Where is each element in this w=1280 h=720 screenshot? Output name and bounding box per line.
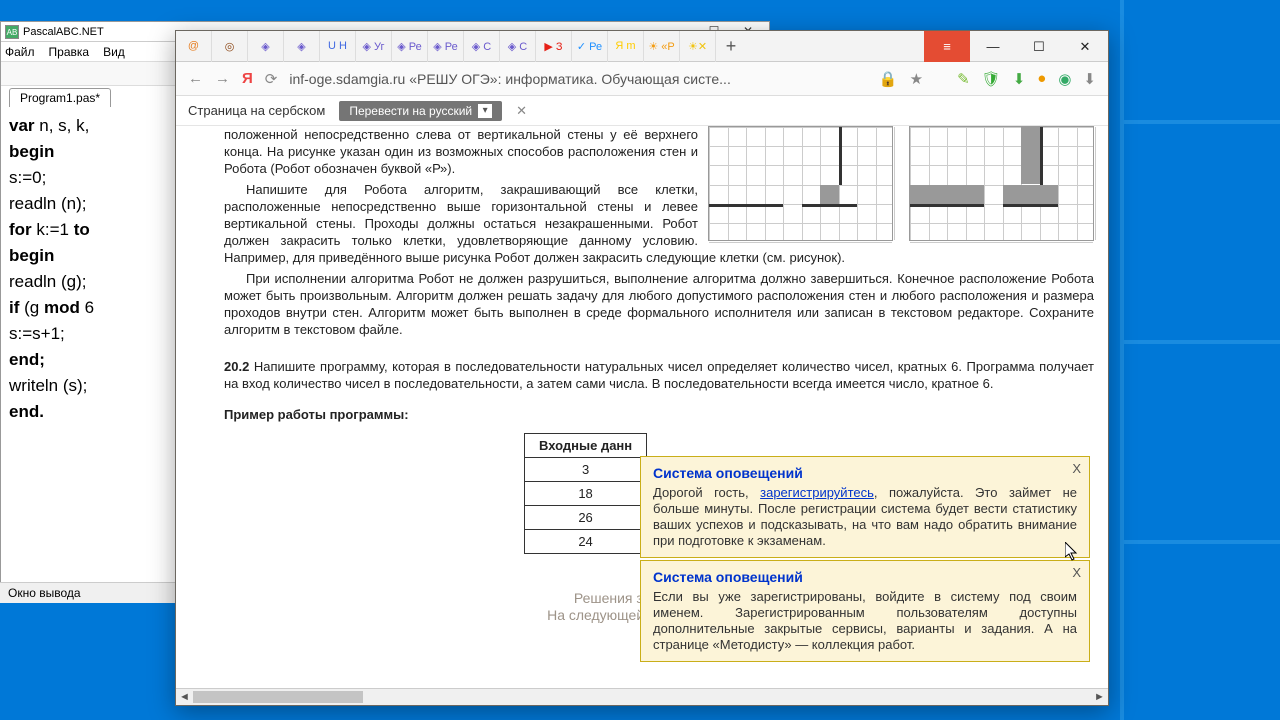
translate-button[interactable]: Перевести на русский ▾ bbox=[339, 101, 502, 121]
robot-grid-left bbox=[708, 126, 893, 241]
translate-label: Страница на сербском bbox=[188, 103, 325, 118]
browser-tab[interactable]: ◈ Ре bbox=[428, 31, 464, 62]
register-link[interactable]: зарегистрируйтесь bbox=[760, 485, 874, 500]
robot-grid-right bbox=[909, 126, 1094, 241]
browser-tab[interactable]: Я m bbox=[608, 31, 644, 62]
scroll-thumb[interactable] bbox=[193, 691, 363, 703]
browser-tab[interactable]: ▶ З bbox=[536, 31, 572, 62]
example-title: Пример работы программы: bbox=[224, 406, 1094, 423]
translate-button-label: Перевести на русский bbox=[349, 104, 472, 118]
browser-tab[interactable]: U Н bbox=[320, 31, 356, 62]
new-tab-button[interactable]: + bbox=[716, 36, 746, 57]
menu-edit[interactable]: Правка bbox=[49, 45, 90, 59]
browser-addressbar: ← → Я ⟳ inf-oge.sdamgia.ru «РЕШУ ОГЭ»: и… bbox=[176, 62, 1108, 96]
downloads-icon[interactable]: ⬇ bbox=[1083, 70, 1096, 88]
nav-reload-button[interactable]: ⟳ bbox=[265, 70, 278, 88]
browser-tab[interactable]: ✓ Ре bbox=[572, 31, 608, 62]
page-content[interactable]: положенной непосредственно слева от верт… bbox=[176, 126, 1108, 688]
browser-tab[interactable]: @ bbox=[176, 31, 212, 62]
browser-tab[interactable]: ◈ bbox=[248, 31, 284, 62]
browser-tab[interactable]: ☀✕ bbox=[680, 31, 716, 62]
notification-register: X Система оповещений Дорогой гость, заре… bbox=[640, 456, 1090, 558]
table-cell: 18 bbox=[525, 482, 647, 506]
notification-text: Дорогой гость, bbox=[653, 485, 760, 500]
table-cell: 24 bbox=[525, 530, 647, 554]
menu-view[interactable]: Вид bbox=[103, 45, 125, 59]
browser-window: @◎◈◈U Н◈ Уг◈ Ре◈ Ре◈ С◈ С▶ З✓ РеЯ m☀ «Р☀… bbox=[175, 30, 1109, 706]
browser-tab[interactable]: ◈ С bbox=[464, 31, 500, 62]
nav-forward-button[interactable]: → bbox=[215, 70, 230, 87]
robot-grids bbox=[708, 126, 1094, 241]
notification-title: Система оповещений bbox=[653, 465, 1077, 481]
table-header: Входные данн bbox=[525, 434, 647, 458]
pascal-title: PascalABC.NET bbox=[23, 26, 104, 38]
notification-close-button[interactable]: X bbox=[1072, 461, 1081, 477]
chevron-down-icon: ▾ bbox=[478, 104, 492, 118]
browser-tab[interactable]: ☀ «Р bbox=[644, 31, 680, 62]
browser-close-button[interactable]: ✕ bbox=[1062, 31, 1108, 62]
paragraph: При исполнении алгоритма Робот не должен… bbox=[224, 270, 1094, 338]
scroll-left-button[interactable]: ◄ bbox=[176, 691, 193, 703]
file-tab[interactable]: Program1.pas* bbox=[9, 88, 111, 107]
browser-tab[interactable]: ◈ С bbox=[500, 31, 536, 62]
task-number: 20.2 bbox=[224, 359, 249, 374]
task-20-2: 20.2 Напишите программу, которая в после… bbox=[224, 358, 1094, 392]
table-cell: 26 bbox=[525, 506, 647, 530]
ext-icon-2[interactable]: 🛡 bbox=[982, 70, 1001, 88]
browser-tab[interactable]: ◈ Уг bbox=[356, 31, 392, 62]
url-display[interactable]: inf-oge.sdamgia.ru «РЕШУ ОГЭ»: информати… bbox=[289, 71, 867, 87]
bookmark-icon[interactable]: ★ bbox=[910, 70, 923, 88]
browser-minimize-button[interactable]: — bbox=[970, 31, 1016, 62]
notification-title: Система оповещений bbox=[653, 569, 1077, 585]
translate-bar: Страница на сербском Перевести на русски… bbox=[176, 96, 1108, 126]
nav-back-button[interactable]: ← bbox=[188, 70, 203, 87]
browser-menu-button[interactable]: ≡ bbox=[924, 31, 970, 62]
browser-maximize-button[interactable]: ☐ bbox=[1016, 31, 1062, 62]
pascal-app-icon: AB bbox=[5, 25, 19, 39]
browser-tab[interactable]: ◈ bbox=[284, 31, 320, 62]
notification-close-button[interactable]: X bbox=[1072, 565, 1081, 581]
ext-icon-3[interactable]: ⬇ bbox=[1013, 70, 1026, 88]
lock-icon: 🔒 bbox=[879, 70, 898, 88]
scroll-right-button[interactable]: ► bbox=[1091, 691, 1108, 703]
browser-tab[interactable]: ◎ bbox=[212, 31, 248, 62]
ext-icon-5[interactable]: ◉ bbox=[1058, 70, 1071, 88]
browser-tab[interactable]: ◈ Ре bbox=[392, 31, 428, 62]
example-table: Входные данн 3 18 26 24 bbox=[524, 433, 647, 554]
menu-file[interactable]: Файл bbox=[5, 45, 35, 59]
translate-close-button[interactable]: ✕ bbox=[516, 103, 527, 119]
notification-text: Если вы уже зарегистрированы, войдите в … bbox=[653, 589, 1077, 652]
horizontal-scrollbar[interactable]: ◄ ► bbox=[176, 688, 1108, 705]
task-text: Напишите программу, которая в последоват… bbox=[224, 359, 1094, 391]
nav-home-button[interactable]: Я bbox=[242, 70, 253, 87]
ext-icon-1[interactable]: ✎ bbox=[957, 70, 970, 88]
browser-tabstrip: @◎◈◈U Н◈ Уг◈ Ре◈ Ре◈ С◈ С▶ З✓ РеЯ m☀ «Р☀… bbox=[176, 31, 1108, 62]
ext-icon-4[interactable]: ● bbox=[1037, 70, 1046, 87]
scroll-track[interactable] bbox=[193, 689, 1091, 705]
table-cell: 3 bbox=[525, 458, 647, 482]
notification-login: X Система оповещений Если вы уже зарегис… bbox=[640, 560, 1090, 662]
